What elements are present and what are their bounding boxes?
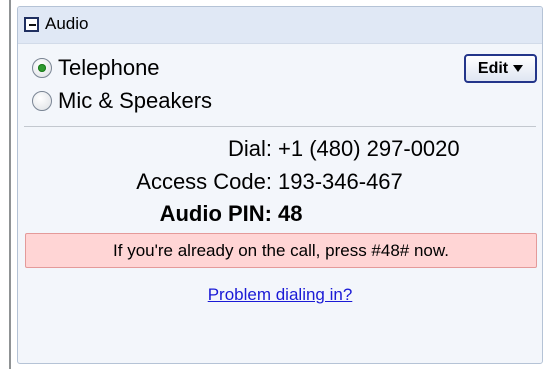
audio-pin-row: Audio PIN: 48	[18, 201, 542, 229]
radio-telephone[interactable]: Telephone	[32, 54, 160, 82]
radio-mic-speakers-label: Mic & Speakers	[58, 88, 213, 113]
radio-telephone-label: Telephone	[58, 55, 160, 80]
radio-dot-icon	[38, 64, 46, 72]
divider	[24, 126, 536, 127]
radio-button-selected[interactable]	[32, 58, 52, 78]
panel-title: Audio	[45, 14, 89, 33]
dial-label: Dial:	[227, 136, 272, 161]
problem-dialing-link[interactable]: Problem dialing in?	[18, 285, 542, 305]
access-code-row: Access Code: 193-346-467	[18, 169, 542, 197]
caret-down-icon	[513, 65, 524, 72]
audio-pin-value: 48	[278, 201, 303, 226]
call-notice-banner: If you're already on the call, press #48…	[25, 233, 537, 268]
panel-header: Audio	[18, 7, 542, 44]
audio-pin-label: Audio PIN:	[159, 201, 272, 226]
edit-button-label: Edit	[477, 59, 509, 77]
access-code-label: Access Code:	[136, 169, 272, 194]
dial-row: Dial: +1 (480) 297-0020	[18, 136, 542, 164]
access-code-value: 193-346-467	[278, 169, 403, 194]
dial-number: +1 (480) 297-0020	[278, 136, 460, 161]
edit-button[interactable]: Edit	[464, 54, 537, 83]
minus-icon	[29, 24, 36, 26]
call-notice-text: If you're already on the call, press #48…	[113, 240, 449, 260]
radio-button-unselected[interactable]	[32, 91, 52, 111]
collapse-minus-icon[interactable]	[24, 17, 39, 32]
audio-panel: Audio Telephone Mic & Speakers Edit Dial…	[17, 6, 543, 364]
page-left-divider	[9, 0, 11, 369]
radio-mic-speakers[interactable]: Mic & Speakers	[32, 87, 212, 115]
